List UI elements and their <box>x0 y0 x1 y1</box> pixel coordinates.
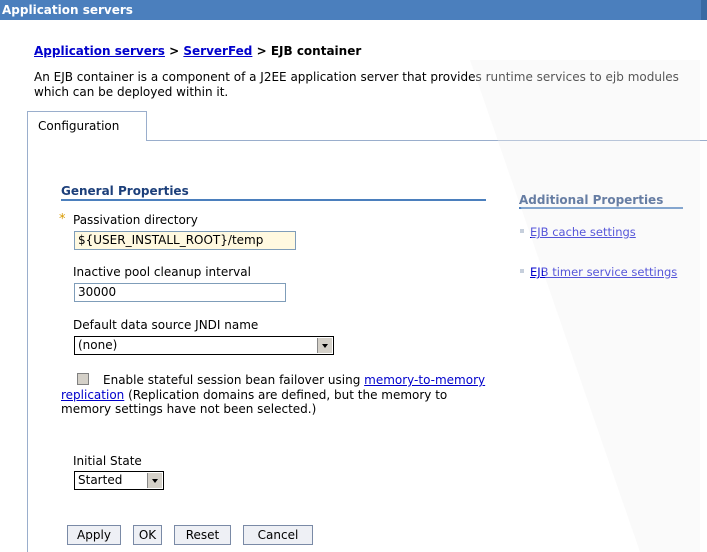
bullet-icon <box>520 269 524 273</box>
required-icon: * <box>59 212 66 227</box>
window-title: Application servers <box>2 3 133 17</box>
datasource-label: Default data source JNDI name <box>73 318 259 332</box>
general-properties-underline <box>61 199 486 201</box>
ejb-timer-service-link[interactable]: EJB timer service settings <box>530 265 680 280</box>
chevron-down-icon[interactable] <box>147 473 162 488</box>
failover-label: Enable stateful session bean failover us… <box>61 373 491 417</box>
additional-properties-heading: Additional Properties <box>519 193 664 207</box>
general-properties-heading: General Properties <box>61 184 189 198</box>
initial-state-select[interactable]: Started <box>74 471 164 490</box>
additional-properties-underline <box>519 207 683 209</box>
breadcrumb-application-servers[interactable]: Application servers <box>34 44 165 58</box>
failover-label-text: Enable stateful session bean failover us… <box>103 373 365 387</box>
tab-configuration[interactable]: Configuration <box>27 111 147 141</box>
passivation-directory-input[interactable]: ${USER_INSTALL_ROOT}/temp <box>74 231 296 250</box>
reset-button[interactable]: Reset <box>174 525 231 545</box>
initial-state-label: Initial State <box>73 454 142 468</box>
breadcrumb-separator: > <box>252 44 271 58</box>
passivation-directory-label: Passivation directory <box>73 213 198 227</box>
ok-button[interactable]: OK <box>133 525 162 545</box>
initial-state-selected: Started <box>78 473 123 487</box>
breadcrumb: Application servers > ServerFed > EJB co… <box>34 44 361 58</box>
cancel-button[interactable]: Cancel <box>243 525 313 545</box>
breadcrumb-separator: > <box>164 44 184 58</box>
cleanup-interval-input[interactable]: 30000 <box>74 283 286 302</box>
window-titlebar: Application servers <box>0 0 707 20</box>
cleanup-interval-label: Inactive pool cleanup interval <box>73 265 251 279</box>
apply-button[interactable]: Apply <box>67 525 121 545</box>
titlebar-edge <box>701 0 707 20</box>
chevron-down-icon[interactable] <box>317 338 332 353</box>
page-description: An EJB container is a component of a J2E… <box>34 70 679 99</box>
breadcrumb-current: EJB container <box>270 44 362 58</box>
ejb-cache-settings-link[interactable]: EJB cache settings <box>530 225 640 240</box>
datasource-selected: (none) <box>78 338 118 352</box>
datasource-select[interactable]: (none) <box>74 336 334 355</box>
bullet-icon <box>520 229 524 233</box>
breadcrumb-serverfed[interactable]: ServerFed <box>183 44 252 58</box>
